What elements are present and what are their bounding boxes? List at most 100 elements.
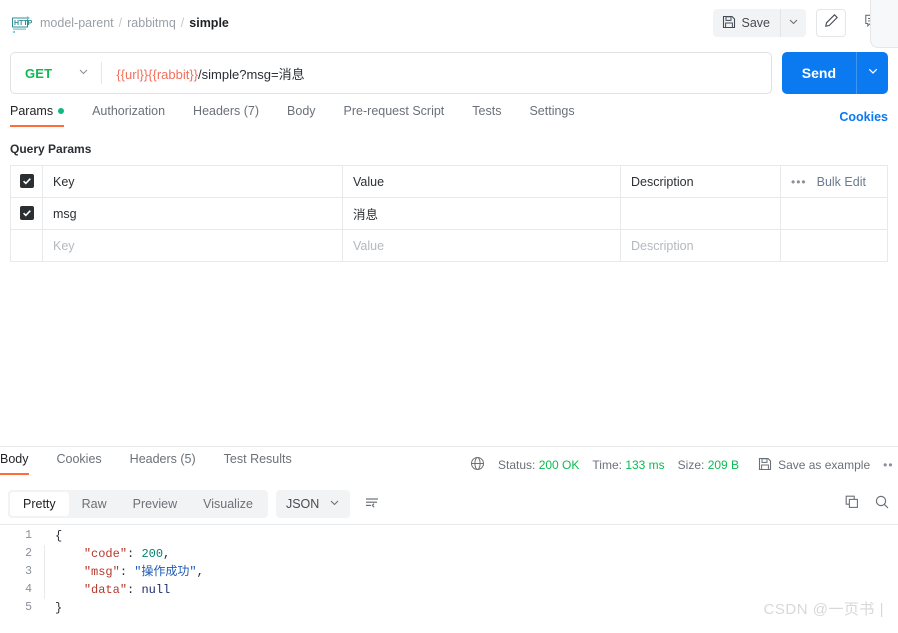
size-group: Size: 209 B [678, 458, 739, 472]
json-colon: : [119, 565, 135, 579]
postman-request-window: HTTP model-parent / rabbitmq / simple Sa… [0, 0, 898, 633]
response-tab-body[interactable]: Body [0, 452, 43, 475]
send-button-group: Send [781, 52, 888, 94]
size-value: 209 B [707, 458, 740, 472]
new-param-value-input[interactable]: Value [342, 229, 621, 262]
select-all-checkbox-cell[interactable] [10, 165, 43, 198]
status-group: Status: 200 OK [498, 458, 579, 472]
globe-icon[interactable] [470, 456, 485, 474]
tab-tests[interactable]: Tests [458, 104, 515, 127]
response-tab-headers[interactable]: Headers (5) [116, 452, 210, 475]
time-value: 133 ms [625, 458, 665, 472]
tab-headers[interactable]: Headers (7) [179, 104, 273, 127]
comment-button[interactable] [856, 9, 886, 37]
watermark: CSDN @一页书 | [763, 601, 884, 618]
breadcrumb-item-request[interactable]: simple [189, 16, 229, 30]
row-actions-cell [780, 197, 888, 230]
code-line: 4 "data": null [0, 581, 898, 599]
url-input[interactable]: {{url}}{{rabbit}}/simple?msg=消息 [102, 64, 770, 83]
response-tab-cookies[interactable]: Cookies [43, 452, 116, 475]
column-header-key: Key [42, 165, 343, 198]
line-number: 5 [25, 601, 32, 614]
url-row: GET {{url}}{{rabbit}}/simple?msg=消息 Send [10, 52, 888, 94]
save-as-example-button[interactable]: Save as example [758, 457, 870, 474]
code-line-content: "code": 200, [44, 545, 170, 563]
new-row-actions-cell [780, 229, 888, 262]
word-wrap-button[interactable] [358, 490, 386, 518]
word-wrap-icon [364, 494, 380, 515]
tab-params[interactable]: Params [10, 104, 78, 127]
code-line-content: "msg": "操作成功", [44, 563, 204, 581]
code-line-content: } [55, 601, 63, 615]
chevron-down-icon [78, 64, 89, 82]
json-null-value: null [141, 583, 171, 597]
tab-params-label: Params [10, 104, 54, 118]
bulk-edit-button[interactable]: Bulk Edit [817, 175, 866, 189]
breadcrumb: model-parent / rabbitmq / simple [40, 16, 229, 30]
response-body-toolbar: Pretty Raw Preview Visualize JSON [8, 490, 890, 518]
method-label: GET [25, 65, 53, 81]
send-dropdown-button[interactable] [856, 52, 888, 94]
line-number: 4 [25, 583, 32, 596]
json-string-value: "操作成功" [134, 565, 197, 579]
chevron-down-icon [867, 64, 879, 82]
tab-settings[interactable]: Settings [515, 104, 588, 127]
row-checkbox[interactable] [19, 206, 34, 220]
row-checkbox-cell[interactable] [10, 197, 43, 230]
save-dropdown-button[interactable] [780, 9, 806, 37]
copy-button[interactable] [844, 494, 860, 515]
method-selector[interactable]: GET [11, 53, 101, 93]
code-line: 1 { [0, 527, 898, 545]
time-group: Time: 133 ms [592, 458, 664, 472]
table-row: msg 消息 [10, 197, 888, 230]
line-number: 2 [25, 547, 32, 560]
search-icon [874, 495, 890, 514]
query-params-table: Key Value Description ••• Bulk Edit msg … [10, 165, 888, 262]
response-format-selector[interactable]: JSON [275, 490, 351, 518]
json-comma: , [163, 547, 171, 561]
line-number: 3 [25, 565, 32, 578]
breadcrumb-item-collection[interactable]: model-parent [40, 16, 114, 30]
search-button[interactable] [874, 494, 890, 515]
view-mode-raw[interactable]: Raw [69, 492, 120, 516]
param-key-input[interactable]: msg [42, 197, 343, 230]
json-key: "data" [83, 583, 128, 597]
response-tab-test-results[interactable]: Test Results [210, 452, 306, 475]
tab-authorization[interactable]: Authorization [78, 104, 179, 127]
top-bar-actions: Save [712, 0, 898, 48]
copy-icon [844, 495, 860, 514]
edit-request-button[interactable] [816, 9, 846, 37]
params-modified-dot [58, 108, 65, 114]
code-line: 2 "code": 200, [0, 545, 898, 563]
response-divider [0, 446, 898, 447]
chevron-down-icon [788, 14, 799, 32]
view-mode-preview[interactable]: Preview [120, 492, 190, 516]
response-more-icon[interactable]: •• [883, 458, 893, 472]
table-header-row: Key Value Description ••• Bulk Edit [10, 165, 888, 198]
ellipsis-icon[interactable]: ••• [791, 175, 807, 189]
breadcrumb-item-folder[interactable]: rabbitmq [127, 16, 176, 30]
param-description-input[interactable] [620, 197, 781, 230]
http-protocol-icon: HTTP [10, 13, 32, 33]
tab-body[interactable]: Body [273, 104, 330, 127]
select-all-checkbox[interactable] [19, 174, 34, 188]
column-header-value: Value [342, 165, 621, 198]
url-variables: {{url}}{{rabbit}} [116, 66, 199, 82]
tab-pre-request-script[interactable]: Pre-request Script [330, 104, 459, 127]
view-mode-pretty[interactable]: Pretty [10, 492, 69, 516]
new-param-description-input[interactable]: Description [620, 229, 781, 262]
save-button[interactable]: Save [713, 9, 781, 37]
code-line-content: "data": null [44, 581, 170, 599]
send-button[interactable]: Send [782, 52, 856, 94]
response-format-label: JSON [285, 497, 320, 511]
status-label: Status: [498, 458, 536, 472]
code-line-content: { [55, 529, 63, 543]
cookies-link[interactable]: Cookies [839, 110, 888, 124]
new-param-key-input[interactable]: Key [42, 229, 343, 262]
response-meta: Status: 200 OK Time: 133 ms Size: 209 B … [470, 455, 894, 475]
svg-text:HTTP: HTTP [14, 20, 32, 27]
view-mode-visualize[interactable]: Visualize [190, 492, 266, 516]
response-body-divider [0, 524, 898, 525]
param-value-input[interactable]: 消息 [342, 197, 621, 230]
url-path: /simple?msg=消息 [198, 66, 305, 82]
